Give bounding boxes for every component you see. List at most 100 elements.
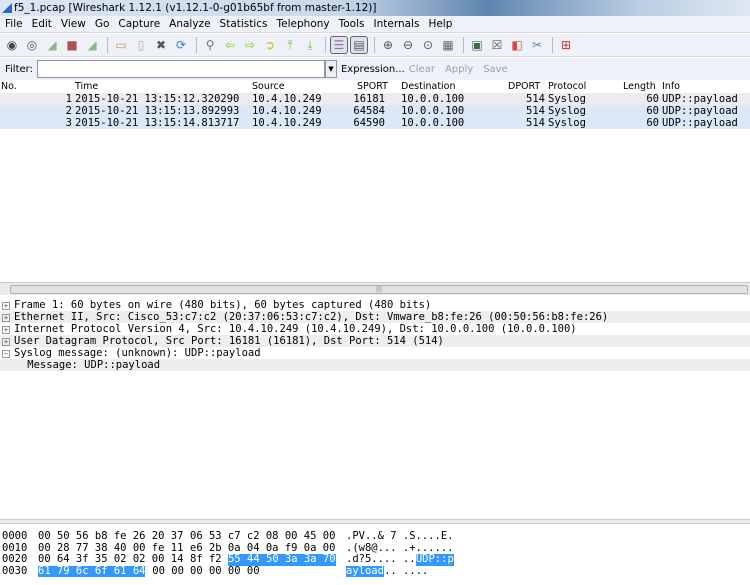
packet-row[interactable]: 3 2015-10-21 13:15:14.813717 10.4.10.249 64…: [0, 117, 750, 129]
hex-highlight: 55 44 50 3a 3a 70: [228, 553, 336, 566]
clear-button[interactable]: Clear: [409, 64, 435, 75]
filter-label: Filter:: [5, 63, 33, 75]
menu-statistics[interactable]: Statistics: [220, 18, 268, 30]
hex-group-a: 00 50 56 b8 fe 26 20 37: [38, 530, 184, 542]
interfaces-icon[interactable]: ◉: [3, 36, 21, 54]
bytes-row: 0030 61 79 6c 6f 61 64 00 00 00 00 00 00 ayl…: [0, 564, 750, 577]
stop-capture-icon[interactable]: ■: [63, 36, 81, 54]
ascii-text: .d?5.... ..: [346, 553, 416, 565]
capture-options-icon[interactable]: ◎: [23, 36, 41, 54]
byte-offset: 0000: [2, 530, 28, 542]
col-length[interactable]: Length: [623, 81, 656, 93]
col-source[interactable]: Source: [252, 81, 285, 93]
window-title: f5_1.pcap [Wireshark 1.12.1 (v1.12.1-0-g…: [14, 2, 377, 14]
detail-row[interactable]: + Ethernet II, Src: Cisco_53:c7:c2 (20:37…: [0, 311, 750, 323]
zoom-in-icon[interactable]: ⊕: [379, 36, 397, 54]
col-destination[interactable]: Destination: [401, 81, 456, 93]
resize-columns-icon[interactable]: ▦: [439, 36, 457, 54]
ascii-highlight: ayload: [346, 564, 384, 577]
filter-dropdown-icon[interactable]: ▼: [324, 60, 337, 78]
detail-row[interactable]: − Syslog message: (unknown): UDP::payload: [0, 347, 750, 359]
bytes-row: 0020 00 64 3f 35 02 02 00 14 8f f2 55 44 50…: [0, 553, 750, 566]
menu-capture[interactable]: Capture: [118, 18, 160, 30]
preferences-icon[interactable]: ✂: [528, 36, 546, 54]
cell-destination: 10.0.0.100: [401, 93, 465, 105]
zoom-normal-icon[interactable]: ⊙: [419, 36, 437, 54]
detail-row[interactable]: + Internet Protocol Version 4, Src: 10.4.…: [0, 323, 750, 335]
title-bar: f5_1.pcap [Wireshark 1.12.1 (v1.12.1-0-g…: [0, 0, 750, 16]
reload-icon[interactable]: ⟳: [172, 36, 190, 54]
col-dport[interactable]: DPORT: [508, 81, 540, 93]
ascii-text: .PV..& 7 .S....E.: [346, 530, 454, 542]
hex-group-a: 00 64 3f 35 02 02 00 14: [38, 553, 184, 565]
col-protocol[interactable]: Protocol: [548, 81, 586, 93]
menu-analyze[interactable]: Analyze: [169, 18, 210, 30]
main-toolbar: ◉ ◎ ◢ ■ ◢ ▭ ▯ ✖ ⟳ ⚲ ⇦ ⇨ ➲ ⤒ ⤓ ☰ ▤ ⊕ ⊖ ⊙ …: [0, 34, 750, 57]
menu-telephony[interactable]: Telephony: [277, 18, 330, 30]
restart-capture-icon[interactable]: ◢: [83, 36, 101, 54]
find-packet-icon[interactable]: ⚲: [201, 36, 219, 54]
go-forward-icon[interactable]: ⇨: [241, 36, 259, 54]
colorize-icon[interactable]: ☰: [330, 36, 348, 54]
cell-sport: 64590: [353, 117, 385, 129]
capture-filters-icon[interactable]: ▣: [468, 36, 486, 54]
byte-offset: 0020: [2, 553, 28, 565]
menu-edit[interactable]: Edit: [32, 18, 52, 30]
packet-row[interactable]: 1 2015-10-21 13:15:12.320290 10.4.10.249 16…: [0, 93, 750, 105]
expression-button[interactable]: Expression...: [341, 64, 405, 75]
packet-row[interactable]: 2 2015-10-21 13:15:13.892993 10.4.10.249 64…: [0, 105, 750, 117]
detail-row[interactable]: Message: UDP::payload: [0, 359, 750, 371]
cell-info: UDP::payload: [662, 105, 738, 117]
col-sport[interactable]: SPORT: [357, 81, 388, 93]
hex-group-a: 00 00: [152, 564, 184, 577]
apply-button[interactable]: Apply: [445, 64, 473, 75]
detail-row[interactable]: + Frame 1: 60 bytes on wire (480 bits), 6…: [0, 299, 750, 311]
zoom-out-icon[interactable]: ⊖: [399, 36, 417, 54]
expand-icon[interactable]: +: [2, 302, 10, 310]
menu-file[interactable]: File: [5, 18, 23, 30]
go-back-icon[interactable]: ⇦: [221, 36, 239, 54]
cell-time: 2015-10-21 13:15:13.892993: [75, 105, 240, 117]
menu-view[interactable]: View: [61, 18, 86, 30]
packet-list-scrollbar[interactable]: |||: [0, 282, 750, 295]
detail-text: Internet Protocol Version 4, Src: 10.4.1…: [14, 323, 577, 335]
open-file-icon[interactable]: ▭: [112, 36, 130, 54]
cell-dport: 514: [526, 117, 545, 129]
detail-row[interactable]: + User Datagram Protocol, Src Port: 16181…: [0, 335, 750, 347]
save-button[interactable]: Save: [483, 64, 508, 75]
cell-info: UDP::payload: [662, 117, 738, 129]
packet-list-header: No. Time Source SPORT Destination DPORT …: [0, 81, 750, 93]
expand-icon[interactable]: +: [2, 326, 10, 334]
col-no[interactable]: No.: [1, 81, 17, 93]
coloring-rules-icon[interactable]: ◧: [508, 36, 526, 54]
pane-divider[interactable]: [0, 519, 750, 524]
display-filters-icon[interactable]: ☒: [488, 36, 506, 54]
menu-help[interactable]: Help: [428, 18, 452, 30]
menu-go[interactable]: Go: [95, 18, 110, 30]
filter-bar: Filter: ▼ Expression... Clear Apply Save: [0, 58, 750, 80]
detail-text: Frame 1: 60 bytes on wire (480 bits), 60…: [14, 299, 432, 311]
autoscroll-icon[interactable]: ▤: [350, 36, 368, 54]
save-file-icon[interactable]: ▯: [132, 36, 150, 54]
help-icon[interactable]: ⊞: [557, 36, 575, 54]
first-packet-icon[interactable]: ⤒: [281, 36, 299, 54]
menu-internals[interactable]: Internals: [374, 18, 420, 30]
close-file-icon[interactable]: ✖: [152, 36, 170, 54]
menu-bar: File Edit View Go Capture Analyze Statistics Te…: [0, 16, 750, 33]
scrollbar-thumb[interactable]: |||: [10, 285, 748, 294]
expand-icon[interactable]: +: [2, 338, 10, 346]
col-time[interactable]: Time: [75, 81, 98, 93]
menu-tools[interactable]: Tools: [339, 18, 365, 30]
expand-icon[interactable]: +: [2, 314, 10, 322]
detail-text: Ethernet II, Src: Cisco_53:c7:c2 (20:37:…: [14, 311, 609, 323]
go-to-packet-icon[interactable]: ➲: [261, 36, 279, 54]
cell-source: 10.4.10.249: [252, 105, 322, 117]
collapse-icon[interactable]: −: [2, 350, 10, 358]
col-info[interactable]: Info: [662, 81, 680, 93]
wireshark-logo-icon: [2, 3, 12, 13]
last-packet-icon[interactable]: ⤓: [301, 36, 319, 54]
filter-input[interactable]: [36, 60, 325, 78]
packet-list: No. Time Source SPORT Destination DPORT …: [0, 81, 750, 282]
start-capture-icon[interactable]: ◢: [43, 36, 61, 54]
hex-group-b: 8f f2: [190, 553, 222, 565]
